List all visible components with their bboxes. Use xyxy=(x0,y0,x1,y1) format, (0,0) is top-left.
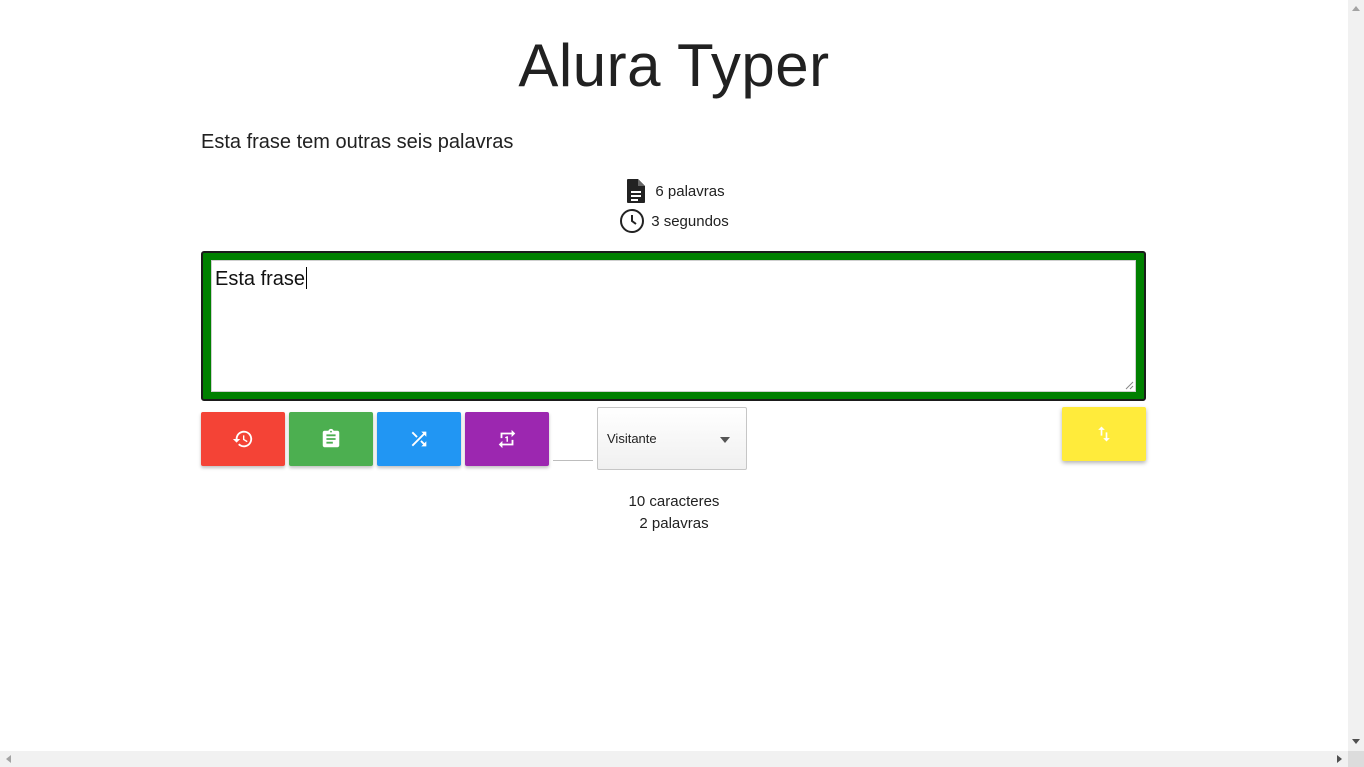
typing-field-value: Esta frase xyxy=(215,268,306,290)
scroll-down-icon[interactable] xyxy=(1352,739,1360,744)
text-caret xyxy=(306,267,308,289)
divider xyxy=(553,460,593,461)
page: Alura Typer Esta frase tem outras seis p… xyxy=(0,0,1348,751)
restart-button[interactable] xyxy=(201,412,285,466)
scroll-left-icon[interactable] xyxy=(6,755,11,763)
random-phrase-button[interactable] xyxy=(377,412,461,466)
word-count-info: 6 palavras xyxy=(0,176,1348,206)
time-info: 3 segundos xyxy=(0,206,1348,236)
swap-vertical-icon xyxy=(1098,426,1110,442)
user-select[interactable]: Visitante xyxy=(597,407,747,470)
user-select-value: Visitante xyxy=(607,431,657,446)
typing-counters: 10 caracteres 2 palavras xyxy=(0,491,1348,535)
document-icon xyxy=(623,178,649,204)
resize-handle-icon[interactable] xyxy=(1125,381,1134,390)
phrase-word-count: 6 palavras xyxy=(655,182,725,200)
sync-button[interactable] xyxy=(1062,407,1146,461)
shuffle-icon xyxy=(411,431,427,447)
history-icon xyxy=(232,430,253,448)
scroll-up-icon[interactable] xyxy=(1352,6,1360,11)
character-counter: 10 caracteres xyxy=(628,493,720,510)
scoreboard-button[interactable] xyxy=(289,412,373,466)
repeat-icon xyxy=(498,429,516,449)
repeat-button[interactable] xyxy=(465,412,549,466)
typing-field-frame: Esta frase xyxy=(201,251,1146,401)
phrase-info: 6 palavras 3 segundos xyxy=(0,176,1348,236)
clock-icon xyxy=(619,208,645,234)
target-phrase: Esta frase tem outras seis palavras xyxy=(201,131,514,153)
scrollbar-corner xyxy=(1348,751,1364,767)
word-counter: 2 palavras xyxy=(639,515,709,532)
time-remaining: 3 segundos xyxy=(651,212,729,230)
scroll-right-icon[interactable] xyxy=(1337,755,1342,763)
page-title: Alura Typer xyxy=(518,32,830,99)
clipboard-icon xyxy=(322,428,340,448)
horizontal-scrollbar[interactable] xyxy=(0,751,1348,767)
chevron-down-icon xyxy=(720,437,730,443)
vertical-scrollbar[interactable] xyxy=(1348,0,1364,751)
typing-field[interactable]: Esta frase xyxy=(211,260,1136,392)
